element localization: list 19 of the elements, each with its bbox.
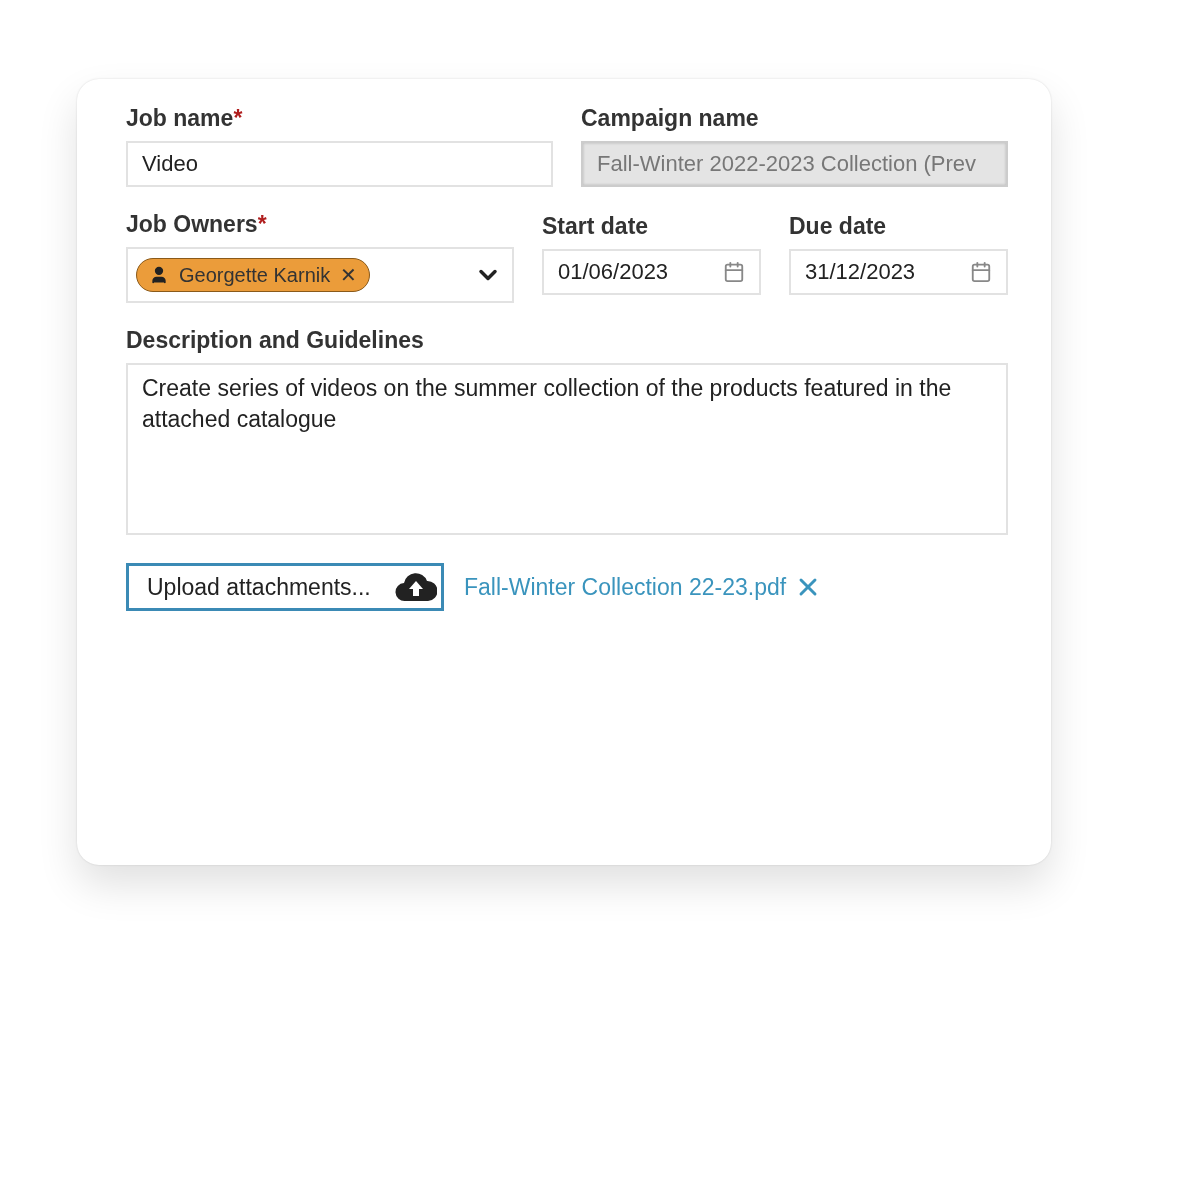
- calendar-icon[interactable]: [723, 261, 745, 283]
- date-field[interactable]: 31/12/2023: [789, 249, 1008, 295]
- textarea-field[interactable]: Create series of videos on the summer collection of the products featured in the attached catalogue: [126, 363, 1008, 535]
- field-label: Job Owners*: [126, 210, 268, 239]
- field-label: Campaign name: [581, 104, 760, 133]
- field-label: Description and Guidelines: [126, 326, 425, 355]
- calendar-icon[interactable]: [970, 261, 992, 283]
- remove-chip-button[interactable]: ✕: [340, 263, 358, 287]
- owner-chip[interactable]: Georgette Karnik ✕: [136, 258, 371, 292]
- chip-label: Georgette Karnik: [179, 263, 331, 287]
- field-label: Due date: [789, 212, 888, 241]
- person-icon: [149, 265, 169, 285]
- field-label: Job name*: [126, 104, 244, 133]
- owner-select[interactable]: Georgette Karnik ✕: [126, 247, 514, 303]
- cloud-upload-icon: [395, 572, 437, 602]
- input-field[interactable]: Video: [126, 141, 553, 187]
- field-label: Start date: [542, 212, 650, 241]
- date-field[interactable]: 01/06/2023: [542, 249, 761, 295]
- upload-button[interactable]: Upload attachments...: [126, 563, 444, 611]
